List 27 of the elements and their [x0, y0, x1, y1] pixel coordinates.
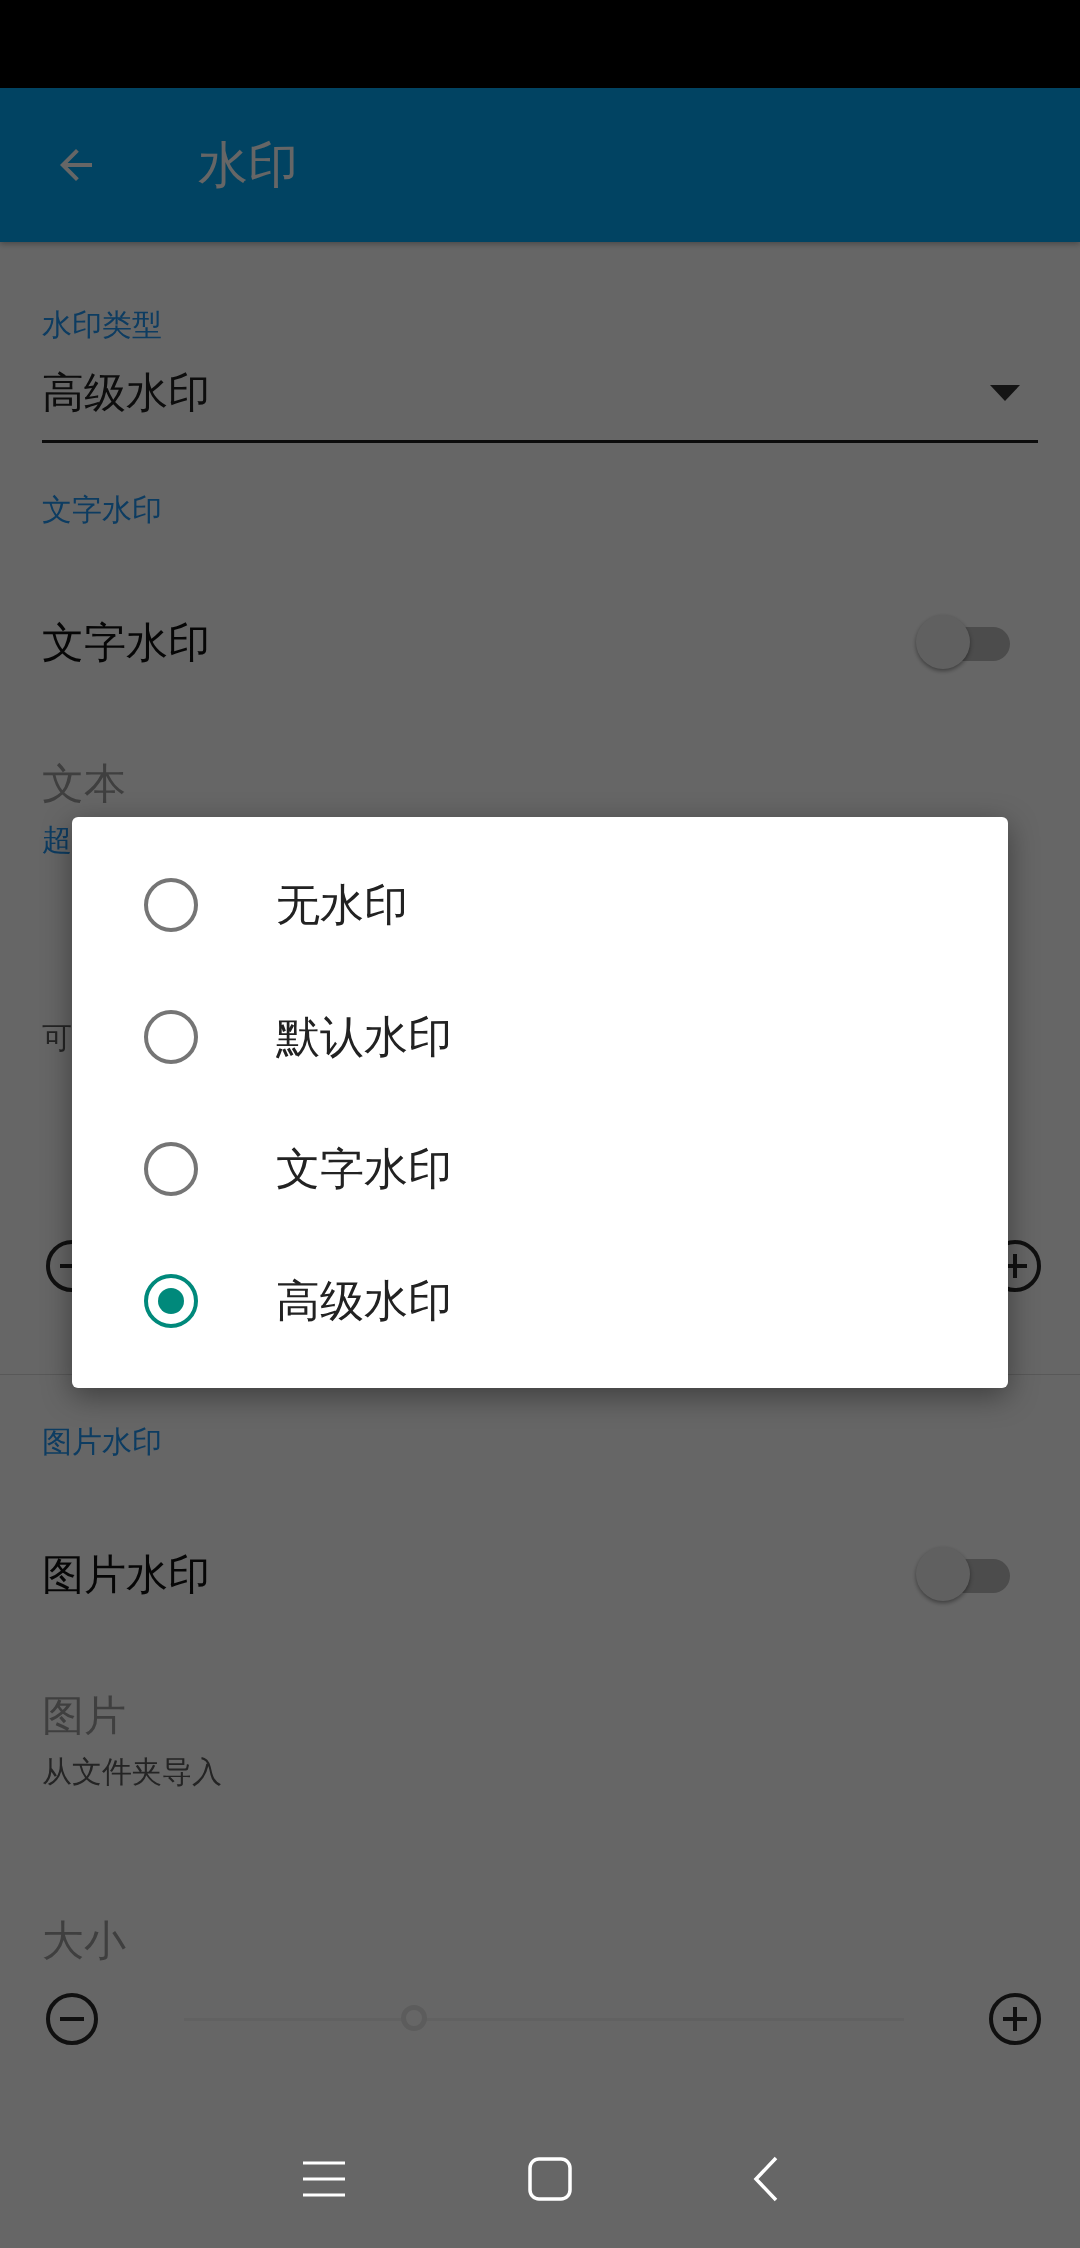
- section-header: 图片水印: [42, 1423, 163, 1461]
- setting-title: 文字水印: [42, 617, 210, 669]
- app-title: 水印: [198, 134, 298, 196]
- field-label: 水印类型: [42, 306, 163, 344]
- toggle-switch[interactable]: [916, 1547, 1010, 1603]
- section-header: 文字水印: [42, 491, 163, 529]
- home-icon[interactable]: [527, 2156, 573, 2202]
- option-label: 默认水印: [276, 1009, 452, 1064]
- radio-option[interactable]: 默认水印: [72, 971, 1008, 1103]
- radio-button[interactable]: [144, 1274, 198, 1328]
- option-label: 文字水印: [276, 1141, 452, 1196]
- menu-icon[interactable]: [301, 2159, 347, 2199]
- radio-option[interactable]: 高级水印: [72, 1235, 1008, 1367]
- back-icon[interactable]: [753, 2156, 779, 2202]
- setting-summary: 可: [42, 1019, 72, 1057]
- dropdown-caret-icon: [990, 384, 1020, 401]
- setting-summary: 超: [42, 821, 72, 859]
- setting-summary: 从文件夹导入: [42, 1753, 222, 1791]
- option-label: 高级水印: [276, 1273, 452, 1328]
- radio-button[interactable]: [144, 1010, 198, 1064]
- radio-button[interactable]: [144, 1142, 198, 1196]
- setting-title: 图片水印: [42, 1549, 210, 1601]
- radio-option[interactable]: 文字水印: [72, 1103, 1008, 1235]
- option-label: 无水印: [276, 877, 408, 932]
- radio-button[interactable]: [144, 878, 198, 932]
- toggle-switch[interactable]: [916, 615, 1010, 671]
- radio-option[interactable]: 无水印: [72, 839, 1008, 971]
